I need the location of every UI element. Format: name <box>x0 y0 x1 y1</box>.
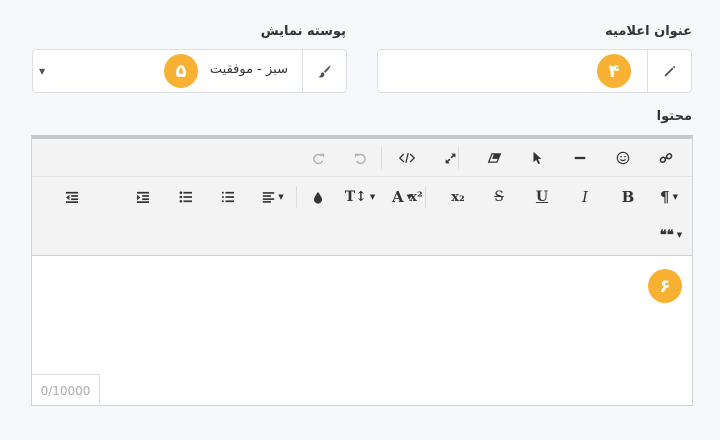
outdent-button[interactable] <box>52 178 92 216</box>
indent-button[interactable] <box>123 178 163 216</box>
caret-down-icon: ▼ <box>369 193 376 201</box>
highlight-button[interactable] <box>298 178 338 216</box>
font-color-button[interactable]: A ▼ <box>379 178 425 216</box>
content-badge: ۶ <box>648 269 682 303</box>
horizontal-rule-button[interactable] <box>560 139 600 177</box>
code-view-button[interactable] <box>387 139 427 177</box>
horizontal-rule-icon <box>574 156 586 160</box>
align-icon <box>263 192 275 203</box>
align-button[interactable]: ▼ <box>250 178 296 216</box>
drop-icon <box>313 191 323 204</box>
paragraph-icon: ¶ <box>660 188 670 206</box>
editor-toolbar: ¶ ▼ B I U S x₂ x² A ▼ T↕ ▼ ▼ ❝❝ ▼ <box>32 139 692 256</box>
italic-button[interactable]: I <box>565 178 605 216</box>
bold-icon: B <box>621 188 635 206</box>
skin-select[interactable]: سبز - موفقیت ۵ ▼ <box>32 49 347 93</box>
select-button[interactable] <box>517 139 557 177</box>
title-addon <box>647 50 691 92</box>
skin-badge: ۵ <box>164 54 198 88</box>
paragraph-button[interactable]: ¶ ▼ <box>646 178 692 216</box>
code-view-icon <box>399 153 415 163</box>
toolbar-separator <box>296 186 297 208</box>
unordered-list-icon <box>179 191 192 203</box>
fullscreen-button[interactable] <box>430 139 470 177</box>
strikethrough-icon: S <box>494 189 504 205</box>
underline-button[interactable]: U <box>522 178 562 216</box>
emoji-icon <box>616 151 630 165</box>
link-button[interactable] <box>646 139 686 177</box>
character-counter: 0/10000 <box>32 374 100 406</box>
subscript-icon: x₂ <box>451 189 465 205</box>
paintbrush-icon <box>318 64 331 78</box>
outdent-icon <box>66 191 78 203</box>
eraser-icon <box>487 153 501 163</box>
skin-select-value: سبز - موفقیت <box>209 62 288 77</box>
skin-label: پوسته نمایش <box>260 24 346 39</box>
link-icon <box>659 152 673 164</box>
undo-button[interactable] <box>340 139 380 177</box>
pencil-icon <box>664 65 675 77</box>
toolbar-row-1 <box>32 139 692 177</box>
blockquote-button[interactable]: ❝❝ ▼ <box>650 216 692 254</box>
indent-icon <box>137 191 149 203</box>
subscript-button[interactable]: x₂ <box>438 178 478 216</box>
bold-button[interactable]: B <box>608 178 648 216</box>
title-label: عنوان اعلامیه <box>605 24 692 39</box>
unordered-list-button[interactable] <box>166 178 206 216</box>
quote-icon: ❝❝ <box>659 227 674 243</box>
toolbar-row-2: ¶ ▼ B I U S x₂ x² A ▼ T↕ ▼ ▼ <box>32 178 692 216</box>
caret-down-icon: ▼ <box>278 193 284 201</box>
caret-down-icon: ▼ <box>676 231 683 239</box>
font-color-icon: A <box>391 188 404 206</box>
ordered-list-button[interactable] <box>208 178 248 216</box>
toolbar-separator <box>425 186 426 208</box>
content-label: محتوا <box>656 109 692 124</box>
skin-addon <box>302 50 346 92</box>
italic-icon: I <box>582 188 588 206</box>
chevron-down-icon: ▼ <box>39 67 46 76</box>
eraser-button[interactable] <box>474 139 514 177</box>
fullscreen-icon <box>445 153 455 163</box>
redo-icon <box>312 153 324 164</box>
undo-icon <box>354 153 366 164</box>
caret-down-icon: ▼ <box>672 193 678 201</box>
title-input[interactable]: ۴ <box>377 49 692 93</box>
font-size-button[interactable]: T↕ ▼ <box>337 178 383 216</box>
title-badge: ۴ <box>597 54 631 88</box>
underline-icon: U <box>535 189 549 205</box>
redo-button[interactable] <box>298 139 338 177</box>
emoji-button[interactable] <box>603 139 643 177</box>
font-size-icon: T↕ <box>344 189 367 205</box>
toolbar-separator <box>381 147 382 169</box>
select-cursor-icon <box>533 151 542 165</box>
ordered-list-icon <box>222 191 234 203</box>
caret-down-icon: ▼ <box>406 193 413 201</box>
editor-content-area[interactable]: ۶ 0/10000 <box>32 257 692 406</box>
toolbar-row-3: ❝❝ ▼ <box>32 216 692 254</box>
strikethrough-button[interactable]: S <box>479 178 519 216</box>
rich-text-editor: ¶ ▼ B I U S x₂ x² A ▼ T↕ ▼ ▼ ❝❝ ▼ ۶ 0/10… <box>31 135 693 406</box>
